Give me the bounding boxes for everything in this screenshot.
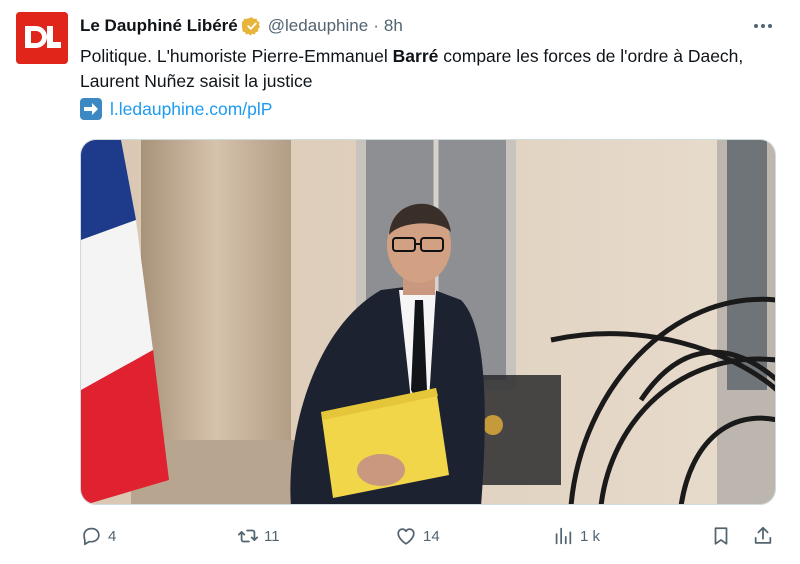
post-link-line: l.ledauphine.com/plP: [80, 97, 272, 121]
article-link[interactable]: l.ledauphine.com/plP: [110, 99, 272, 120]
post-text: Politique. L'humoriste Pierre-Emmanuel B…: [80, 44, 780, 94]
post-header: Le Dauphiné Libéré @ledauphine · 8h: [80, 14, 740, 38]
like-count: 14: [423, 527, 440, 545]
dl-logo-icon: [16, 12, 68, 64]
bookmark-button[interactable]: [710, 520, 732, 552]
repost-button[interactable]: 11: [236, 520, 280, 552]
post-actions-bar: 4 11 14 1 k: [80, 520, 776, 552]
post-timestamp[interactable]: 8h: [384, 16, 403, 36]
share-button[interactable]: [752, 520, 774, 552]
analytics-icon: [555, 527, 572, 545]
like-button[interactable]: 14: [395, 520, 440, 552]
post-text-bold: Barré: [392, 46, 439, 66]
post-image[interactable]: [80, 139, 776, 505]
heart-icon: [397, 528, 415, 545]
views-count: 1 k: [580, 527, 601, 545]
verified-badge-icon[interactable]: [241, 16, 262, 36]
views-button[interactable]: 1 k: [552, 520, 600, 552]
post-text-part: Politique. L'humoriste Pierre-Emmanuel: [80, 46, 393, 66]
account-avatar[interactable]: [16, 12, 68, 64]
photo-illustration: [81, 140, 775, 504]
right-arrow-emoji-icon: [80, 98, 102, 120]
reply-button[interactable]: 4: [80, 520, 116, 552]
separator-dot: ·: [373, 16, 379, 35]
reply-icon: [83, 527, 100, 546]
reply-count: 4: [108, 527, 117, 545]
repost-icon: [237, 529, 259, 543]
bookmark-icon: [714, 527, 728, 545]
more-options-button[interactable]: [748, 14, 778, 38]
more-dots-icon: [754, 24, 772, 28]
repost-count: 11: [264, 527, 280, 545]
share-icon: [754, 526, 772, 544]
account-name[interactable]: Le Dauphiné Libéré: [80, 16, 238, 36]
account-handle[interactable]: @ledauphine: [268, 16, 368, 36]
